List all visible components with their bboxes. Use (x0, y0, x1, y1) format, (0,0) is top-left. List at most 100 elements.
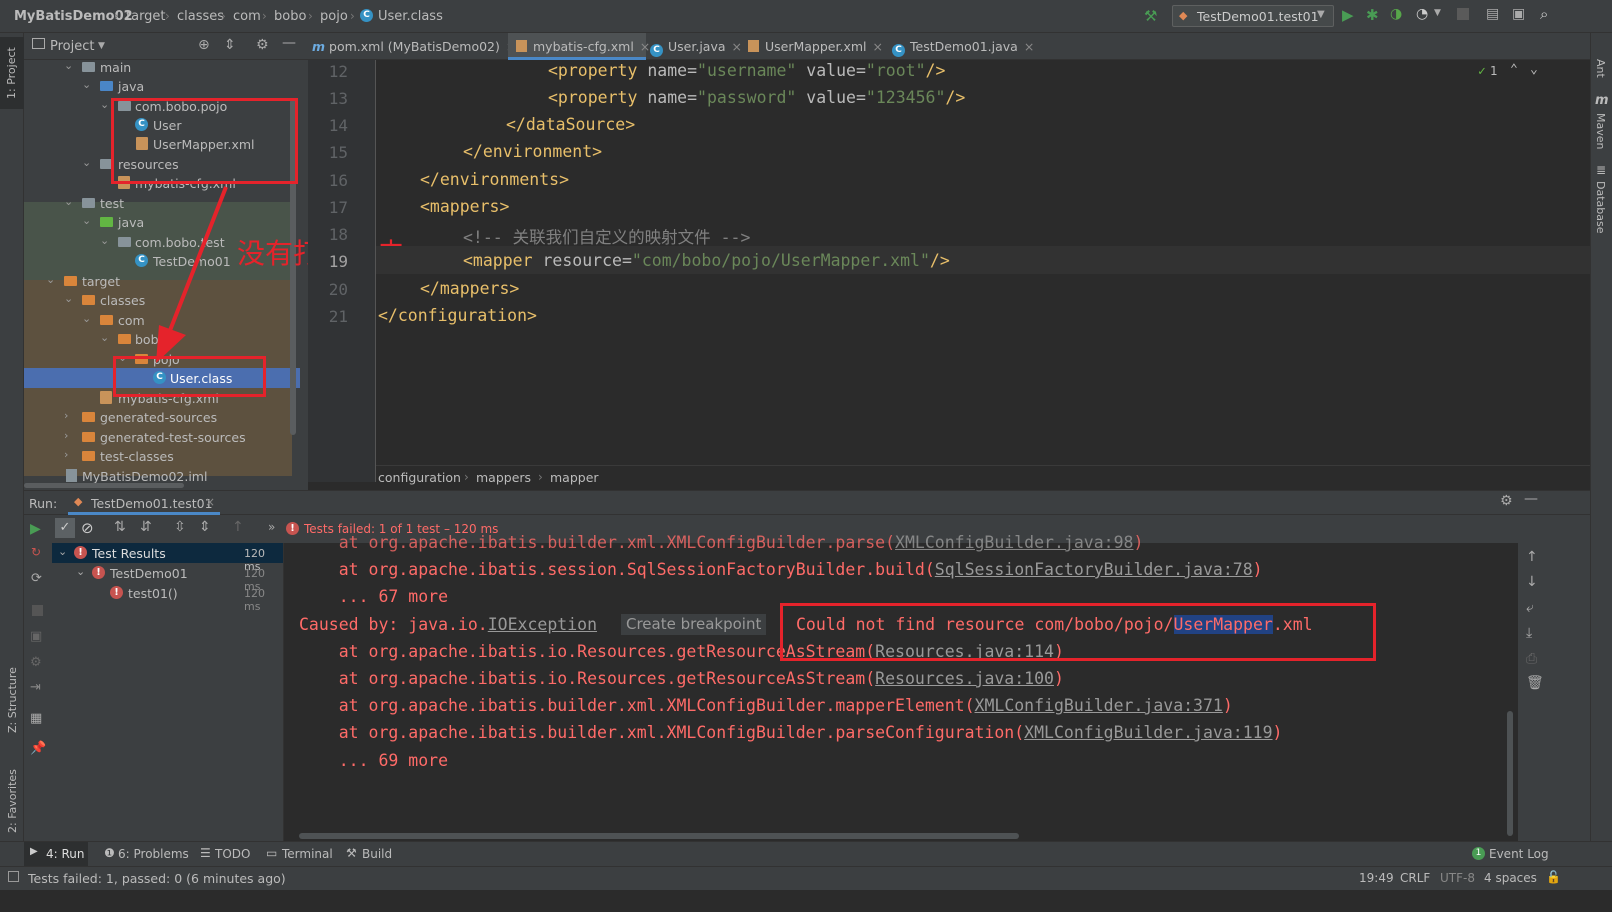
scroll-to-end-icon[interactable]: ⤓ (1526, 625, 1532, 641)
chevron-up-icon[interactable]: ⌃ (1510, 62, 1518, 77)
tab-testdemo01[interactable]: C TestDemo01.java × (892, 33, 1034, 60)
breadcrumb-bobo[interactable]: bobo (274, 9, 306, 24)
project-tool-button[interactable]: 1: Project (0, 37, 24, 109)
stack-link[interactable]: XMLConfigBuilder.java:371 (975, 696, 1223, 715)
status-message[interactable]: Tests failed: 1, passed: 0 (6 minutes ag… (28, 871, 286, 886)
up-arrow-icon[interactable]: ↑ (1526, 549, 1538, 565)
locate-icon[interactable]: ⊕ (198, 37, 210, 53)
tree-item-main[interactable]: ⌄ main (24, 57, 308, 77)
tab-usermapper-xml[interactable]: UserMapper.xml × (748, 33, 883, 60)
test-class-row[interactable]: ⌄ ! TestDemo01 120 ms (52, 563, 283, 593)
console-v-scrollbar[interactable] (1507, 711, 1513, 836)
lock-icon[interactable]: 🔓 (1546, 870, 1561, 884)
chevron-down-icon[interactable]: ⌄ (1530, 62, 1538, 77)
stack-link[interactable]: SqlSessionFactoryBuilder.java:78 (935, 560, 1253, 579)
chevron-down-icon[interactable]: ▼ (98, 41, 105, 51)
editor-crumb-configuration[interactable]: configuration (378, 470, 461, 485)
indent-setting[interactable]: 4 spaces (1484, 871, 1537, 885)
settings-icon[interactable]: ⚙ (30, 655, 42, 670)
editor-crumb-mapper[interactable]: mapper (550, 470, 599, 485)
chevron-down-icon[interactable]: ▼ (1434, 8, 1441, 18)
up-arrow-icon[interactable]: ↑ (232, 519, 244, 535)
tree-item-java[interactable]: ⌄ java (24, 76, 308, 96)
favorites-tool-label[interactable]: 2: Favorites (6, 769, 19, 833)
console-h-scrollbar[interactable] (299, 833, 1019, 839)
inspection-ok-icon[interactable]: ✓ (1478, 64, 1486, 79)
gear-icon[interactable]: ⚙ (1500, 493, 1513, 509)
more-icon[interactable]: » (268, 520, 275, 534)
tool-problems[interactable]: 6: Problems (118, 847, 189, 861)
breadcrumb-file[interactable]: User.class (378, 9, 443, 24)
tool-build[interactable]: Build (362, 847, 392, 861)
code-editor[interactable]: <property name="username" value="root"/>… (376, 60, 1590, 482)
test-results-row[interactable]: ⌄ ! Test Results 120 ms (52, 543, 283, 573)
ant-tool-label[interactable]: Ant (1594, 59, 1607, 78)
breadcrumb-com[interactable]: com (233, 9, 261, 24)
collapse-all-icon[interactable]: ⇕ (224, 37, 236, 53)
tree-item-generated-test-sources[interactable]: › generated-test-sources (24, 427, 308, 447)
run-icon[interactable]: ▶ (1342, 6, 1354, 24)
down-arrow-icon[interactable]: ↓ (1526, 574, 1538, 590)
debug-icon[interactable]: ✱ (1366, 6, 1379, 24)
coverage-icon[interactable]: ◑ (1390, 6, 1402, 22)
file-encoding[interactable]: UTF-8 (1440, 871, 1475, 885)
layout-icon[interactable] (8, 871, 19, 882)
tree-item-generated-sources[interactable]: › generated-sources (24, 407, 308, 427)
screenshot-icon[interactable]: ▣ (30, 629, 42, 644)
console-output[interactable]: at org.apache.ibatis.builder.xml.XMLConf… (285, 533, 1518, 841)
presentation-icon[interactable]: ▣ (1512, 6, 1525, 22)
tool-terminal[interactable]: Terminal (282, 847, 333, 861)
project-view-title[interactable]: Project (50, 39, 94, 54)
minimize-icon[interactable]: — (282, 35, 296, 51)
sort-alpha-icon[interactable]: ⇅ (114, 519, 126, 535)
create-breakpoint-tooltip[interactable]: Create breakpoint (621, 614, 767, 635)
tool-event-log[interactable]: Event Log (1489, 847, 1549, 861)
stack-link[interactable]: Resources.java:100 (875, 669, 1054, 688)
breadcrumb-classes[interactable]: classes (177, 9, 224, 24)
maven-tool-label[interactable]: Maven (1594, 113, 1607, 149)
stop-icon[interactable] (32, 605, 43, 616)
exception-link[interactable]: IOException (488, 615, 597, 634)
tool-todo[interactable]: TODO (215, 847, 250, 861)
trash-icon[interactable]: 🗑 (1526, 675, 1544, 691)
tab-mybatis-cfg[interactable]: mybatis-cfg.xml × (508, 33, 650, 60)
close-icon[interactable]: × (873, 39, 883, 54)
caret-position[interactable]: 19:49 (1359, 871, 1394, 885)
project-h-scrollbar[interactable] (24, 483, 184, 488)
profile-icon[interactable]: ◔ (1416, 6, 1428, 22)
print-icon[interactable]: ⎙ (1526, 651, 1537, 667)
layout-icon[interactable]: ▦ (30, 711, 42, 726)
tree-item-test-classes[interactable]: › test-classes (24, 446, 308, 466)
show-ignored-icon[interactable]: ⊘ (81, 519, 94, 537)
soft-wrap-icon[interactable]: ⤶ (1526, 600, 1534, 616)
tab-user-java[interactable]: C User.java × (650, 33, 742, 60)
show-passed-icon[interactable]: ✓ (55, 518, 75, 538)
test-method-row[interactable]: ! test01() 120 ms (52, 583, 283, 613)
breadcrumb-pojo[interactable]: pojo (320, 9, 348, 24)
run-config-select[interactable]: ◆ TestDemo01.test01 ▼ (1172, 5, 1334, 27)
line-separator[interactable]: CRLF (1400, 871, 1430, 885)
export-icon[interactable]: ⇥ (30, 680, 41, 695)
rerun-icon[interactable]: ▶ (30, 521, 41, 537)
breadcrumb-target[interactable]: target (126, 9, 166, 24)
structure-tool-label[interactable]: Z: Structure (6, 667, 19, 733)
minimize-icon[interactable]: — (1524, 491, 1538, 507)
run-tab[interactable]: ◆ TestDemo01.test01 × (68, 491, 220, 515)
close-icon[interactable]: × (732, 39, 742, 54)
stack-link[interactable]: XMLConfigBuilder.java:119 (1024, 723, 1272, 742)
project-structure-icon[interactable]: ▤ (1486, 6, 1499, 22)
toggle-auto-test-icon[interactable]: ⟳ (31, 571, 42, 586)
collapse-all-icon[interactable]: ⇕ (199, 519, 211, 535)
rerun-failed-icon[interactable]: ↻ (31, 545, 41, 559)
pin-icon[interactable]: 📌 (30, 741, 46, 756)
tool-run[interactable]: ▶ 4: Run (24, 842, 88, 866)
build-hammer-icon[interactable]: ⚒ (1144, 7, 1157, 25)
editor-crumb-mappers[interactable]: mappers (476, 470, 531, 485)
stop-icon[interactable] (1457, 8, 1469, 20)
close-icon[interactable]: × (205, 495, 215, 509)
expand-all-icon[interactable]: ⇳ (174, 519, 186, 535)
database-tool-label[interactable]: Database (1594, 181, 1607, 234)
close-icon[interactable]: × (640, 39, 650, 54)
gear-icon[interactable]: ⚙ (256, 37, 269, 53)
close-icon[interactable]: × (1024, 39, 1034, 54)
